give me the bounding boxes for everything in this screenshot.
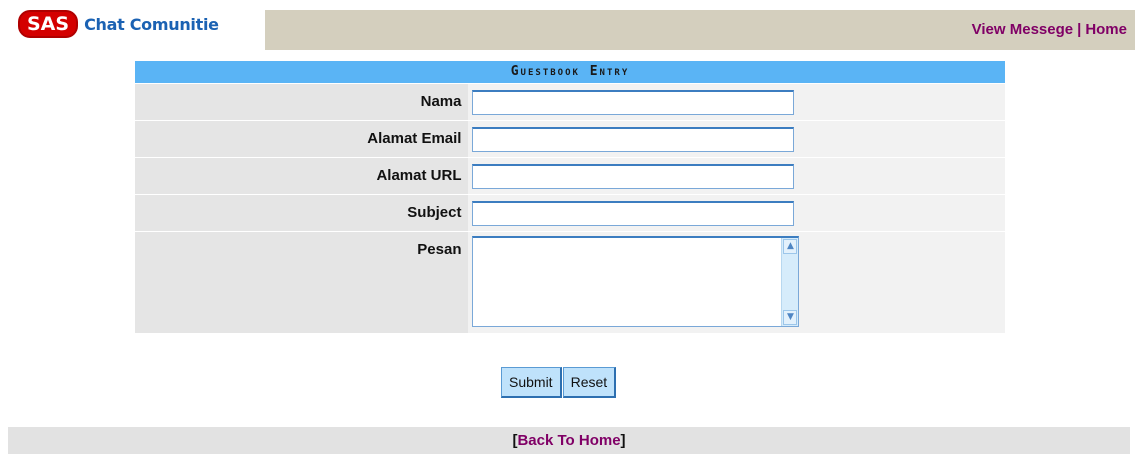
nama-label: Nama: [420, 93, 462, 110]
email-cell: [468, 121, 1005, 157]
logo-text: Chat Comunitie: [84, 14, 219, 34]
chevron-down-icon[interactable]: ▼: [783, 310, 798, 325]
row-nama: Nama: [135, 83, 1005, 120]
chevron-up-icon[interactable]: ▲: [783, 239, 798, 254]
nav-separator: |: [1077, 21, 1082, 38]
email-label: Alamat Email: [367, 130, 462, 147]
url-cell: [468, 158, 1005, 194]
form-title: Guestbook Entry: [135, 61, 1005, 83]
url-label: Alamat URL: [376, 167, 462, 184]
pesan-label: Pesan: [417, 241, 462, 258]
pesan-textarea-frame: ▲ ▼: [472, 236, 800, 327]
row-subject: Subject: [135, 194, 1005, 231]
form-title-text: Guestbook Entry: [510, 64, 630, 79]
nama-cell: [468, 84, 1005, 120]
subject-input[interactable]: [472, 200, 795, 226]
subject-cell: [468, 195, 1005, 231]
email-input[interactable]: [472, 126, 795, 152]
nav-band: View Messege | Home: [265, 10, 1135, 50]
guestbook-form: Guestbook Entry Nama Alamat Email Alamat…: [135, 61, 1005, 333]
pesan-cell: ▲ ▼: [468, 232, 1005, 333]
submit-button[interactable]: Submit: [501, 367, 562, 398]
back-to-home-link[interactable]: Back To Home: [517, 432, 620, 449]
reset-button[interactable]: Reset: [562, 367, 617, 398]
home-link[interactable]: Home: [1085, 21, 1127, 38]
footer-close-bracket: ]: [620, 432, 626, 449]
form-buttons: Submit Reset: [501, 367, 617, 398]
nav-links: View Messege | Home: [972, 21, 1127, 38]
url-input[interactable]: [472, 163, 795, 189]
logo-badge: SAS: [18, 10, 79, 38]
site-logo[interactable]: SAS Chat Comunitie: [18, 10, 219, 38]
nama-input[interactable]: [472, 89, 795, 115]
row-email: Alamat Email: [135, 120, 1005, 157]
view-message-link[interactable]: View Messege: [972, 21, 1073, 38]
pesan-textarea[interactable]: [473, 238, 780, 326]
row-url: Alamat URL: [135, 157, 1005, 194]
pesan-scrollbar[interactable]: ▲ ▼: [781, 238, 799, 326]
subject-label: Subject: [407, 204, 462, 221]
row-pesan: Pesan ▲ ▼: [135, 231, 1005, 333]
footer-bar: [Back To Home]: [8, 427, 1130, 454]
